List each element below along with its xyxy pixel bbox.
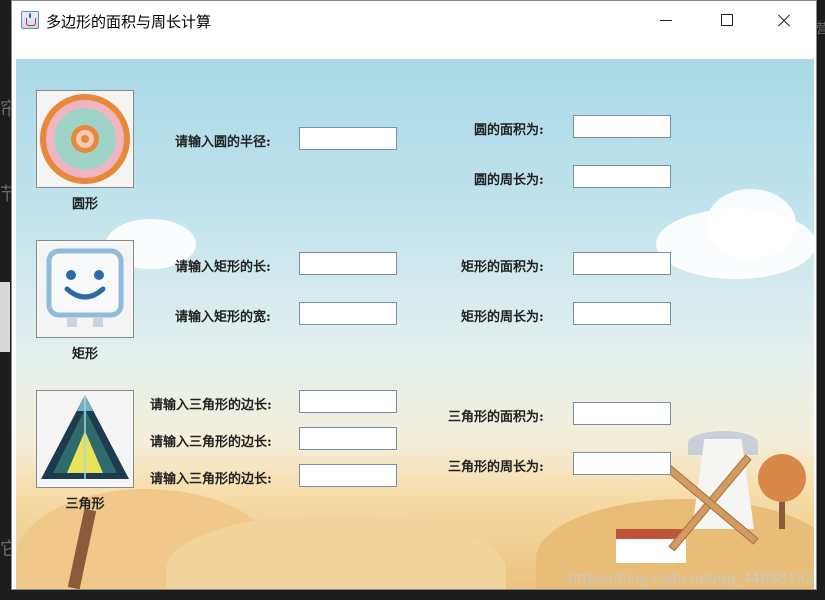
rectangle-length-label: 请输入矩形的长: (175, 260, 271, 275)
rectangle-caption: 矩形 (71, 347, 98, 362)
triangle-side1-input[interactable] (299, 390, 397, 413)
circle-image (36, 90, 134, 188)
desktop-fragment (0, 282, 10, 352)
circle-area-output[interactable] (573, 115, 671, 138)
triangle-side2-label: 请输入三角形的边长: (150, 435, 272, 450)
circle-perimeter-label: 圆的周长为: (474, 173, 544, 188)
rectangle-image (36, 240, 134, 338)
triangle-caption: 三角形 (65, 497, 105, 512)
close-button[interactable] (756, 1, 814, 41)
title-bar[interactable]: 多边形的面积与周长计算 (12, 1, 816, 41)
rectangle-perimeter-output[interactable] (573, 302, 671, 325)
window-title: 多边形的面积与周长计算 (46, 13, 212, 31)
app-window: 多边形的面积与周长计算 圆形 请输入圆的半径: 圆的面积为: 圆的周长为: 矩形… (11, 0, 817, 590)
rectangle-width-input[interactable] (299, 302, 397, 325)
circle-caption: 圆形 (71, 197, 98, 212)
smiley-box-icon (46, 248, 124, 327)
triangle-side3-input[interactable] (299, 464, 397, 487)
triangle-side2-input[interactable] (299, 427, 397, 450)
triangle-area-label: 三角形的面积为: (448, 410, 544, 425)
circle-perimeter-output[interactable] (573, 165, 671, 188)
content-panel: 圆形 请输入圆的半径: 圆的面积为: 圆的周长为: 矩形 请输入矩形的长: 请输… (16, 59, 814, 589)
java-cup-icon (21, 11, 39, 29)
rectangle-length-input[interactable] (299, 252, 397, 275)
circle-area-label: 圆的面积为: (474, 123, 544, 138)
triangle-shape-icon (41, 395, 129, 479)
triangle-image (36, 390, 134, 488)
circle-radius-input[interactable] (299, 127, 397, 150)
tree-decoration (758, 454, 806, 502)
cloud-decoration (706, 189, 796, 259)
circle-radius-label: 请输入圆的半径: (175, 135, 271, 150)
maximize-button[interactable] (698, 1, 756, 41)
triangle-side3-label: 请输入三角形的边长: (150, 472, 272, 487)
triangle-area-output[interactable] (573, 402, 671, 425)
rectangle-width-label: 请输入矩形的宽: (175, 310, 271, 325)
triangle-side1-label: 请输入三角形的边长: (150, 398, 272, 413)
watermark-text: https://blog.csdn.net/qq_44888152 (568, 571, 814, 587)
triangle-perimeter-output[interactable] (573, 452, 671, 475)
triangle-perimeter-label: 三角形的周长为: (448, 460, 544, 475)
minimize-button[interactable] (638, 1, 696, 41)
rectangle-area-output[interactable] (573, 252, 671, 275)
circle-shape-icon (40, 94, 130, 184)
desktop-glyph: 营 (816, 22, 825, 37)
rectangle-area-label: 矩形的面积为: (461, 260, 544, 275)
rectangle-perimeter-label: 矩形的周长为: (461, 310, 544, 325)
